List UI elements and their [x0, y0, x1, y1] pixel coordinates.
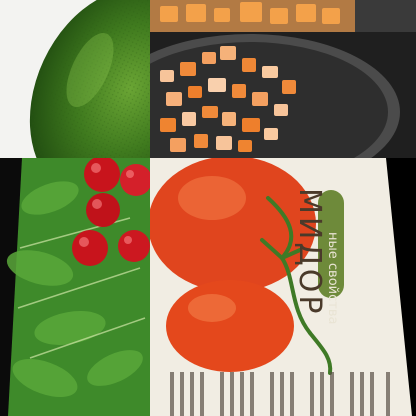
- carrots-illustration: [150, 0, 416, 158]
- tomatoes-magazine-photo: [150, 158, 416, 416]
- tomatoes-illustration: [150, 158, 416, 416]
- photo-collage: МИДОР ные свойства: [0, 0, 416, 416]
- magazine-title: МИДОР: [292, 188, 327, 317]
- tomato-bottom: [166, 280, 294, 372]
- magazine-subtitle: ные свойства: [325, 232, 340, 325]
- avocado-photo: [0, 0, 150, 158]
- radishes-illustration: [0, 158, 150, 416]
- diced-carrots-photo: [150, 0, 416, 158]
- avocado-illustration: [0, 0, 150, 158]
- radishes-photo: [0, 158, 150, 416]
